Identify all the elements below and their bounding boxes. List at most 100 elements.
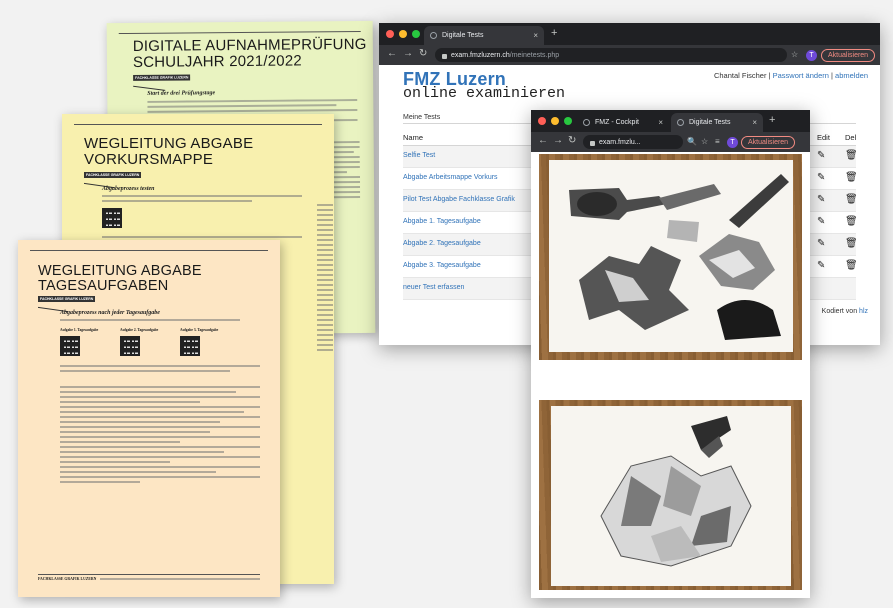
test-link[interactable]: Abgabe 1. Tagesaufgabe	[403, 218, 481, 225]
doc-body-text	[317, 204, 333, 534]
qr-code	[102, 208, 122, 228]
forward-icon[interactable]: →	[403, 48, 413, 59]
bookmark-star-icon[interactable]: ☆	[701, 137, 708, 146]
pencil-icon[interactable]: ✎	[817, 238, 825, 249]
back-icon[interactable]: ←	[387, 48, 397, 59]
doc-title: DIGITALE AUFNAHMEPRÜFUNG SCHULJAHR 2021/…	[132, 35, 367, 71]
drawing-sheet	[551, 406, 791, 586]
qr-label: Aufgabe 3. Tagesaufgabe	[180, 328, 219, 332]
forward-icon[interactable]: →	[553, 135, 563, 146]
minimize-window-button[interactable]	[551, 117, 559, 125]
doc-footer-text	[100, 578, 260, 582]
caption-text	[541, 372, 800, 388]
doc-body-text	[60, 365, 260, 385]
window-controls	[386, 30, 420, 38]
close-tab-icon[interactable]: ×	[752, 118, 757, 127]
close-window-button[interactable]	[538, 117, 546, 125]
drawing-sheet	[549, 160, 793, 352]
pencil-icon[interactable]: ✎	[817, 260, 825, 271]
qr-code	[60, 336, 80, 356]
crumpled-paper-drawing-icon	[600, 416, 752, 567]
test-link[interactable]: Abgabe Arbeitsmappe Vorkurs	[403, 174, 498, 181]
tab-bar: FMZ - Cockpit × Digitale Tests × +	[531, 110, 810, 132]
artwork-photo-1	[539, 154, 802, 360]
close-tab-icon[interactable]: ×	[533, 31, 538, 40]
hammer-paper-drawing-icon	[569, 174, 789, 340]
footer-credit: Kodiert von hlz	[822, 308, 868, 315]
profile-avatar[interactable]: T	[806, 50, 817, 61]
doc-subtitle: Abgabeprozess testen	[102, 186, 155, 192]
trash-icon[interactable]: 🗑	[845, 150, 858, 161]
doc-header-rule	[30, 250, 268, 251]
doc-title: WEGLEITUNG ABGABE TAGESAUFGABEN	[38, 263, 202, 295]
trash-icon[interactable]: 🗑	[845, 194, 858, 205]
reload-icon[interactable]: ↻	[419, 48, 427, 59]
user-name: Chantal Fischer	[713, 71, 767, 80]
url-path: /meinetests.php	[509, 51, 560, 59]
trash-icon[interactable]: 🗑	[845, 172, 858, 183]
reload-icon[interactable]: ↻	[568, 135, 576, 146]
test-link[interactable]: Selfie Test	[403, 152, 435, 159]
back-icon[interactable]: ←	[538, 135, 548, 146]
close-tab-icon[interactable]: ×	[658, 118, 663, 127]
doc-header-rule	[74, 124, 322, 125]
tab-bar: Digitale Tests × +	[379, 23, 880, 45]
globe-icon	[583, 119, 590, 126]
doc-title: WEGLEITUNG ABGABE VORKURSMAPPE	[84, 135, 254, 168]
update-button[interactable]: Aktualisieren	[741, 136, 796, 149]
maximize-window-button[interactable]	[564, 117, 572, 125]
pencil-icon[interactable]: ✎	[817, 194, 825, 205]
test-link[interactable]: Abgabe 2. Tagesaufgabe	[403, 240, 481, 247]
credit-text: Kodiert von	[821, 308, 858, 315]
fmz-tagline: online examinieren	[403, 85, 566, 102]
credit-link[interactable]: hlz	[859, 308, 868, 315]
tab-title: FMZ - Cockpit	[595, 119, 639, 126]
tab-fmz-cockpit[interactable]: FMZ - Cockpit ×	[577, 113, 669, 132]
doc-header-rule	[118, 30, 361, 35]
update-button[interactable]: Aktualisieren	[821, 49, 876, 62]
tab-digitale-tests[interactable]: Digitale Tests ×	[671, 113, 763, 132]
address-bar[interactable]: exam.fmzlu...	[583, 135, 683, 149]
trash-icon[interactable]: 🗑	[845, 238, 858, 249]
tab-digitale-tests[interactable]: Digitale Tests ×	[424, 26, 544, 45]
logout-link[interactable]: abmelden	[835, 71, 868, 80]
qr-code	[120, 336, 140, 356]
section-title: Meine Tests	[403, 114, 441, 121]
bookmark-star-icon[interactable]: ☆	[791, 50, 798, 59]
minimize-window-button[interactable]	[399, 30, 407, 38]
globe-icon	[430, 32, 437, 39]
trash-icon[interactable]: 🗑	[845, 260, 858, 271]
test-link[interactable]: Pilot Test Abgabe Fachklasse Grafik	[403, 196, 515, 203]
lock-icon	[442, 53, 447, 59]
separator: |	[831, 71, 833, 80]
new-test-link[interactable]: neuer Test erfassen	[403, 284, 464, 291]
pencil-icon[interactable]: ✎	[817, 216, 825, 227]
profile-avatar[interactable]: T	[727, 137, 738, 148]
tab-title: Digitale Tests	[442, 32, 484, 39]
trash-icon[interactable]: 🗑	[845, 216, 858, 227]
doc-subtitle: Start der drei Prüfungstage	[147, 90, 216, 97]
close-window-button[interactable]	[386, 30, 394, 38]
address-bar[interactable]: exam.fmzluzern.ch/meinetests.php	[435, 48, 787, 62]
search-icon[interactable]: 🔍	[687, 137, 697, 146]
column-header-del: Del	[845, 133, 857, 142]
user-bar: Chantal Fischer | Passwort ändern | abme…	[714, 71, 868, 80]
browser-toolbar: ← → ↻ exam.fmzlu... 🔍 ☆ ≡ T Aktualisiere…	[531, 132, 810, 152]
separator: |	[768, 71, 771, 80]
maximize-window-button[interactable]	[412, 30, 420, 38]
caption-strip	[531, 364, 810, 392]
url-host: exam.fmzlu...	[599, 138, 641, 146]
change-password-link[interactable]: Passwort ändern	[773, 71, 829, 80]
new-tab-icon[interactable]: +	[551, 27, 557, 39]
test-link[interactable]: Abgabe 3. Tagesaufgabe	[403, 262, 481, 269]
new-tab-icon[interactable]: +	[769, 114, 775, 126]
pencil-icon[interactable]: ✎	[817, 172, 825, 183]
column-header-edit: Edit	[817, 133, 830, 142]
browser-toolbar: ← → ↻ exam.fmzluzern.ch/meinetests.php ☆…	[379, 45, 880, 65]
artwork-photo-2	[539, 400, 802, 590]
reading-list-icon[interactable]: ≡	[715, 137, 720, 146]
window-controls	[538, 117, 572, 125]
doc-body-text	[60, 386, 260, 516]
doc-body-text	[60, 319, 240, 325]
pencil-icon[interactable]: ✎	[817, 150, 825, 161]
